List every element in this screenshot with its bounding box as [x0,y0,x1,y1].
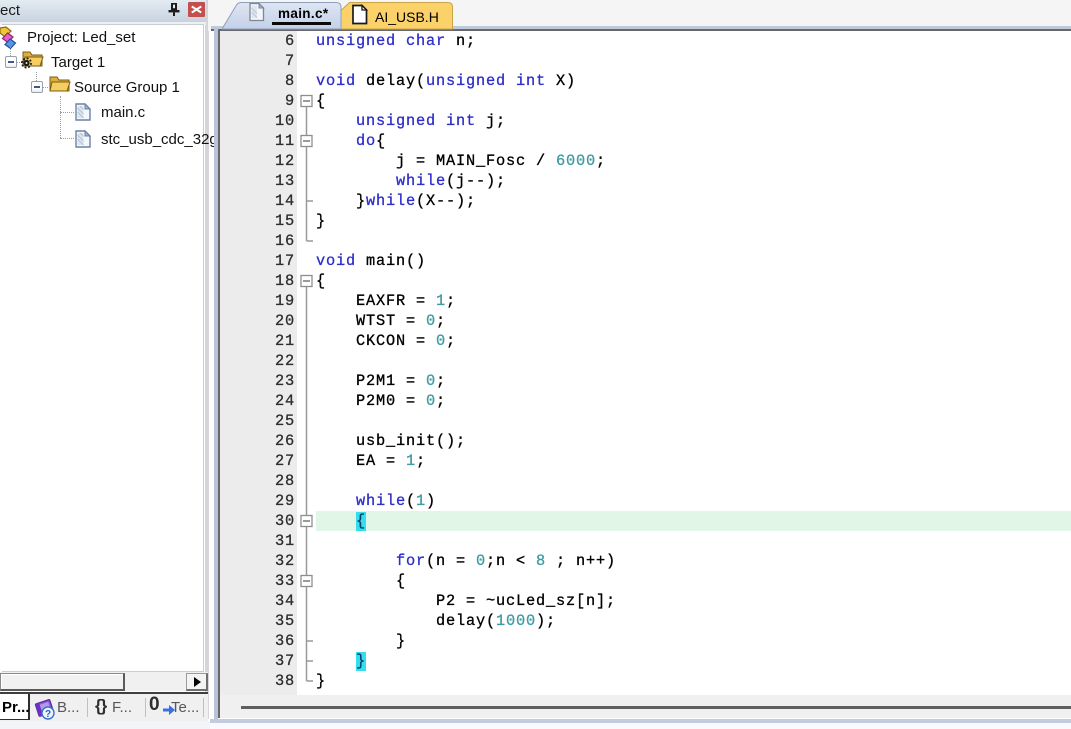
svg-text:?: ? [45,709,51,720]
